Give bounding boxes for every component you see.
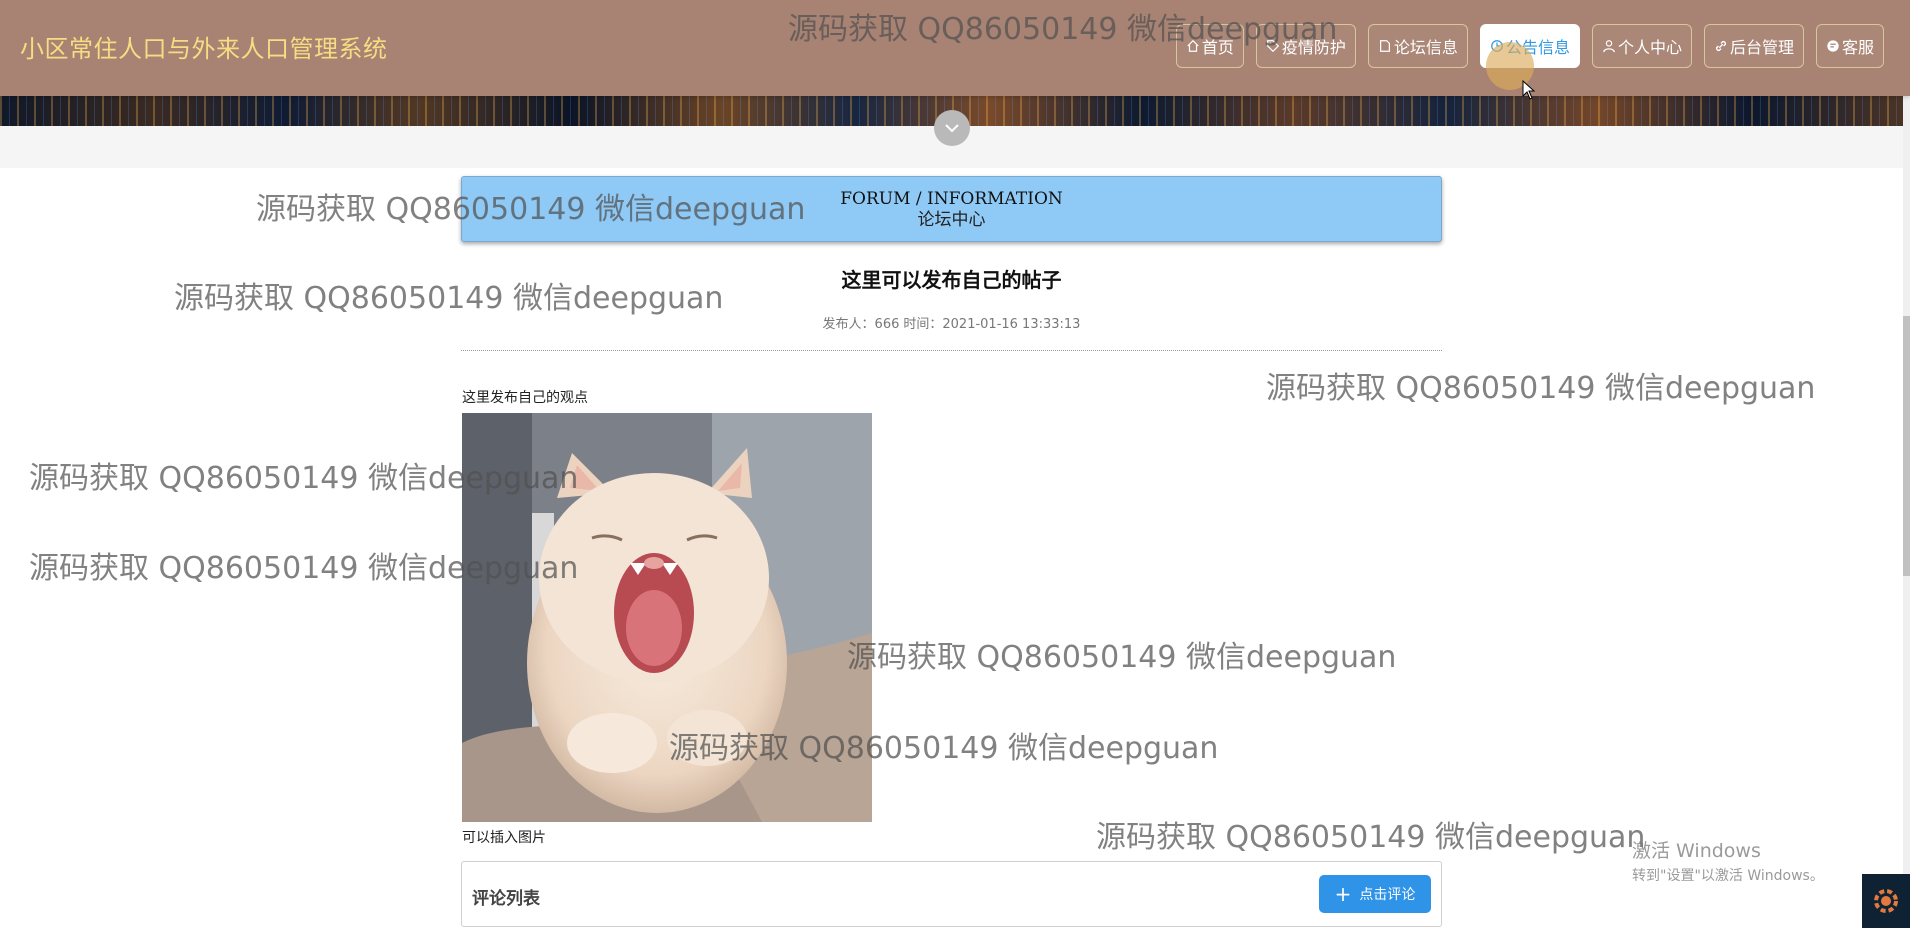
watermark-text: 源码获取 QQ86050149 微信deepguan bbox=[847, 640, 1397, 675]
post-publisher: 发布人：666 bbox=[822, 317, 900, 332]
mouse-cursor-icon bbox=[1522, 80, 1536, 100]
nav-item-epidemic-protection[interactable]: 疫情防护 bbox=[1255, 24, 1356, 68]
scroll-down-button[interactable] bbox=[934, 110, 970, 146]
page-scrollbar[interactable] bbox=[1903, 96, 1910, 928]
forum-section-header: FORUM / INFORMATION 论坛中心 bbox=[461, 176, 1442, 242]
comment-list-title: 评论列表 bbox=[472, 889, 540, 909]
section-title-cn: 论坛中心 bbox=[917, 210, 986, 230]
watermark-text: 源码获取 QQ86050149 微信deepguan bbox=[1096, 820, 1646, 855]
post-time: 时间：2021-01-16 13:33:13 bbox=[903, 317, 1081, 332]
watermark-text: 源码获取 QQ86050149 微信deepguan bbox=[1266, 371, 1816, 406]
activation-line-1: 激活 Windows bbox=[1632, 840, 1761, 862]
add-comment-button[interactable]: + 点击评论 bbox=[1319, 875, 1431, 913]
nav-label: 首页 bbox=[1201, 38, 1234, 57]
post-meta: 发布人：666 时间：2021-01-16 13:33:13 bbox=[461, 313, 1442, 332]
post-image bbox=[462, 413, 872, 822]
add-comment-label: 点击评论 bbox=[1359, 887, 1416, 903]
nav-label: 后台管理 bbox=[1729, 38, 1794, 57]
nav-item-personal-center[interactable]: 个人中心 bbox=[1591, 24, 1692, 68]
activation-line-2: 转到"设置"以激活 Windows。 bbox=[1632, 868, 1824, 884]
chat-icon bbox=[1827, 40, 1839, 52]
post-body-text: 这里发布自己的观点 bbox=[462, 390, 588, 406]
post-divider bbox=[461, 350, 1442, 351]
site-title[interactable]: 小区常住人口与外来人口管理系统 bbox=[20, 29, 388, 64]
nav-item-admin[interactable]: 后台管理 bbox=[1703, 24, 1804, 68]
scrollbar-thumb[interactable] bbox=[1903, 316, 1910, 576]
nav-label: 个人中心 bbox=[1617, 38, 1682, 57]
floating-widget[interactable] bbox=[1862, 874, 1910, 928]
nav-label: 客服 bbox=[1841, 38, 1874, 57]
document-icon bbox=[1379, 40, 1390, 52]
plus-icon: + bbox=[1334, 882, 1352, 906]
nav-item-home[interactable]: 首页 bbox=[1175, 24, 1244, 68]
nav-label: 疫情防护 bbox=[1281, 38, 1346, 57]
nav-item-forum[interactable]: 论坛信息 bbox=[1367, 24, 1468, 68]
nav-item-customer-service[interactable]: 客服 bbox=[1815, 24, 1884, 68]
yawning-cat-photo bbox=[462, 413, 872, 822]
windows-activation-notice: 激活 Windows 转到"设置"以激活 Windows。 bbox=[1632, 836, 1824, 885]
gear-icon bbox=[1874, 889, 1898, 913]
nav-label: 论坛信息 bbox=[1393, 38, 1458, 57]
tag-icon bbox=[1267, 40, 1280, 53]
top-navbar: 小区常住人口与外来人口管理系统 首页 疫情防护 论坛信息 公告信息 个人中心 后… bbox=[0, 0, 1910, 96]
post-caption-text: 可以插入图片 bbox=[462, 830, 546, 846]
user-icon bbox=[1603, 40, 1615, 53]
comment-list-panel: 评论列表 + 点击评论 bbox=[461, 861, 1442, 927]
post-title: 这里可以发布自己的帖子 bbox=[841, 268, 1062, 292]
home-icon bbox=[1187, 39, 1199, 52]
chevron-down-icon bbox=[945, 124, 959, 133]
link-icon bbox=[1715, 40, 1727, 52]
section-title-en: FORUM / INFORMATION bbox=[840, 189, 1063, 209]
